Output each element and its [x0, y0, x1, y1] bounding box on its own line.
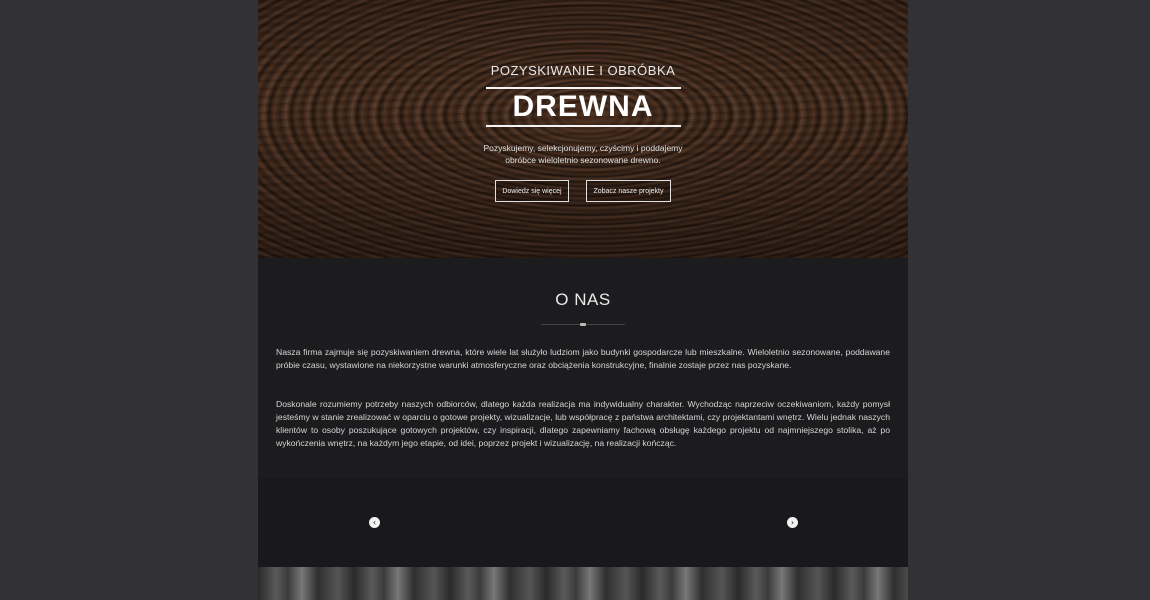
about-title: O NAS — [555, 290, 611, 309]
hero-divider-bottom — [486, 125, 681, 127]
view-projects-button[interactable]: Zobacz nasze projekty — [586, 180, 671, 202]
hero-section: POZYSKIWANIE I OBRÓBKA DREWNA Pozyskujem… — [258, 0, 908, 258]
hero-subtitle: POZYSKIWANIE I OBRÓBKA — [490, 63, 676, 78]
slider-prev-icon[interactable]: ‹ — [369, 517, 380, 528]
projects-slider: ‹ › — [258, 478, 908, 567]
bottom-section-image — [258, 567, 908, 600]
hero-description: Pozyskujemy, selekcjonujemy, czyścimy i … — [483, 143, 683, 165]
hero-title: DREWNA — [512, 90, 654, 123]
hero-content: POZYSKIWANIE I OBRÓBKA DREWNA Pozyskujem… — [258, 0, 908, 258]
about-divider-dot — [580, 323, 586, 326]
about-paragraph: Doskonale rozumiemy potrzeby naszych odb… — [276, 399, 890, 448]
slider-next-icon[interactable]: › — [787, 517, 798, 528]
learn-more-button[interactable]: Dowiedz się więcej — [495, 180, 569, 202]
page-container: POZYSKIWANIE I OBRÓBKA DREWNA Pozyskujem… — [258, 0, 908, 600]
hero-divider-top — [486, 87, 681, 89]
about-section: O NAS Nasza firma zajmuje się pozyskiwan… — [258, 258, 908, 478]
about-paragraph: Nasza firma zajmuje się pozyskiwaniem dr… — [276, 347, 890, 370]
